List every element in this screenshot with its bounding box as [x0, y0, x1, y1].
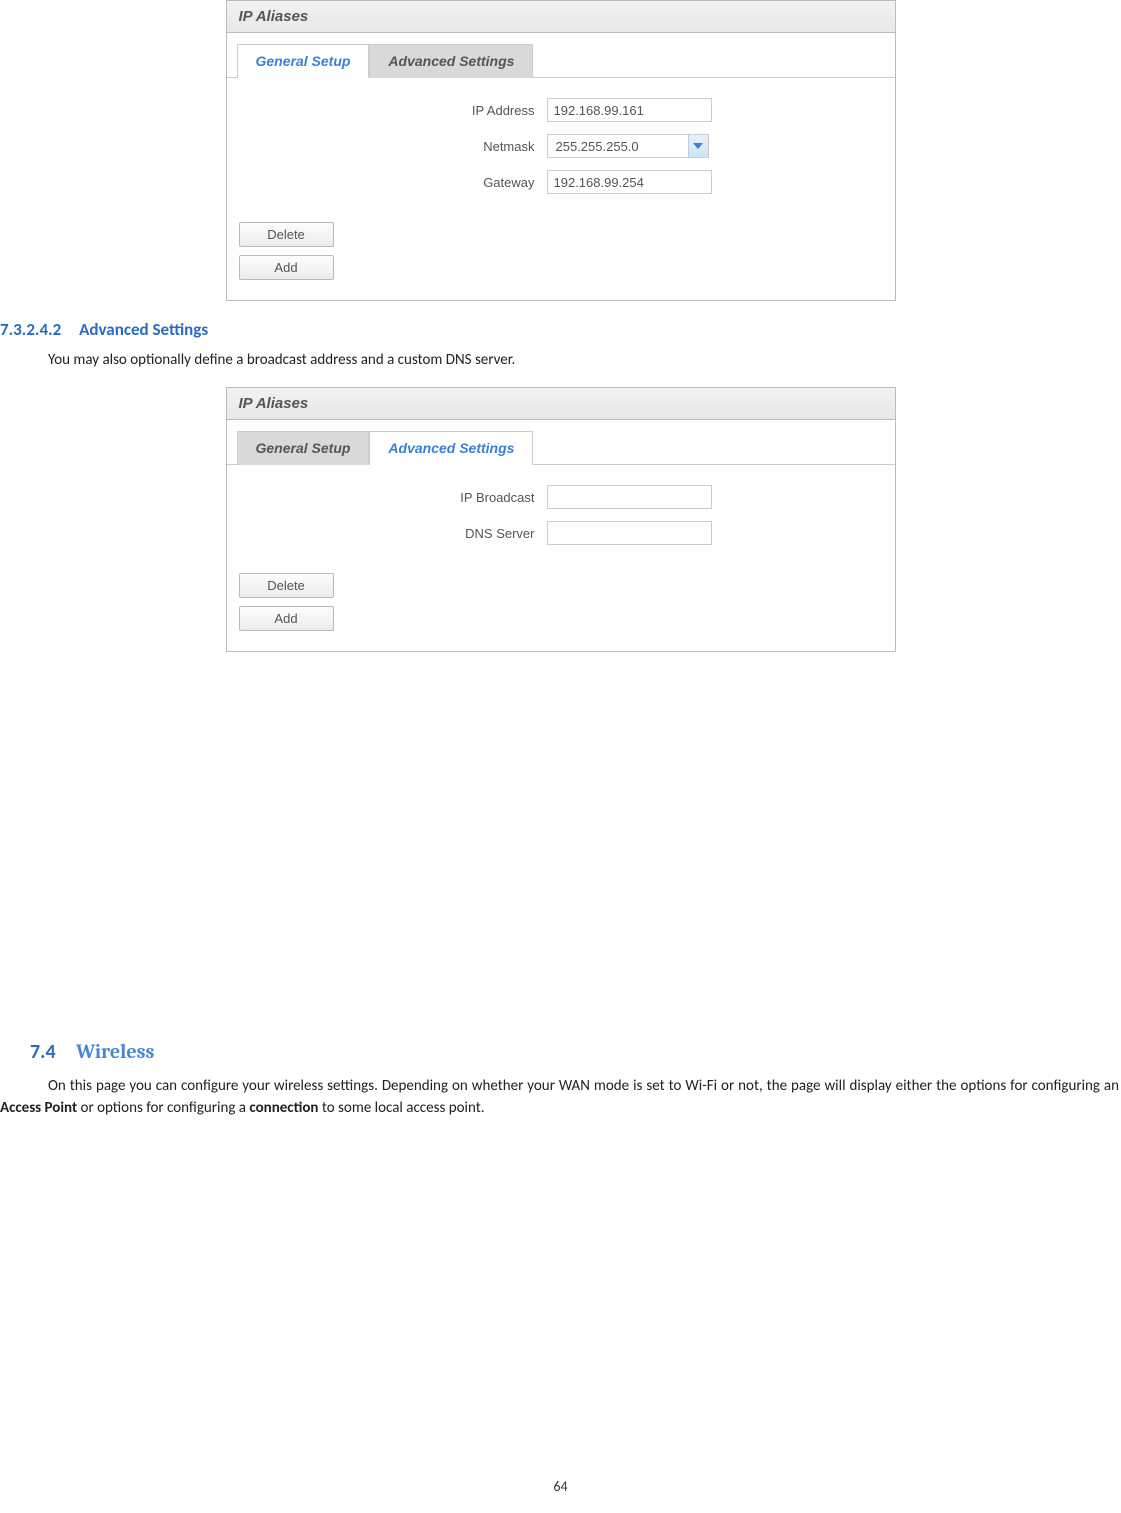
row-gateway: Gateway — [257, 170, 865, 194]
ip-aliases-panel-advanced: IP Aliases General Setup Advanced Settin… — [226, 387, 896, 652]
button-row: Delete Add — [227, 567, 895, 651]
ip-aliases-panel-general: IP Aliases General Setup Advanced Settin… — [226, 0, 896, 301]
label-gateway: Gateway — [417, 175, 547, 190]
input-dns-server[interactable] — [547, 521, 712, 545]
tab-advanced-settings[interactable]: Advanced Settings — [369, 44, 533, 78]
select-netmask[interactable]: 255.255.255.0 — [547, 134, 709, 158]
tab-general-setup[interactable]: General Setup — [237, 44, 370, 78]
heading-title: Wireless — [76, 1040, 154, 1063]
label-ip-broadcast: IP Broadcast — [417, 490, 547, 505]
row-ip-broadcast: IP Broadcast — [257, 485, 865, 509]
body-7-4-mid: or options for configuring a — [77, 1099, 249, 1117]
input-ip-broadcast[interactable] — [547, 485, 712, 509]
label-ip-address: IP Address — [417, 103, 547, 118]
tabs: General Setup Advanced Settings — [227, 43, 895, 78]
tab-general-setup[interactable]: General Setup — [237, 431, 370, 465]
panel-title: IP Aliases — [227, 388, 895, 420]
body-7-3-2-4-2: You may also optionally define a broadca… — [48, 350, 1121, 371]
page-number: 64 — [0, 1478, 1121, 1495]
heading-7-3-2-4-2: 7.3.2.4.2 Advanced Settings — [0, 319, 1121, 340]
tabs: General Setup Advanced Settings — [227, 430, 895, 465]
add-button[interactable]: Add — [239, 255, 334, 280]
button-row: Delete Add — [227, 216, 895, 300]
row-dns-server: DNS Server — [257, 521, 865, 545]
body-7-4-suffix: to some local access point. — [318, 1099, 484, 1117]
input-ip-address[interactable] — [547, 98, 712, 122]
heading-title: Advanced Settings — [79, 319, 208, 340]
body-7-4-bold2: connection — [249, 1099, 318, 1117]
chevron-down-icon — [688, 135, 708, 157]
heading-number: 7.4 — [30, 1040, 56, 1064]
row-ip-address: IP Address — [257, 98, 865, 122]
add-button[interactable]: Add — [239, 606, 334, 631]
heading-7-4: 7.4 Wireless — [30, 1040, 1121, 1064]
label-netmask: Netmask — [417, 139, 547, 154]
body-7-4: On this page you can configure your wire… — [0, 1076, 1121, 1120]
select-netmask-value: 255.255.255.0 — [548, 139, 688, 154]
label-dns-server: DNS Server — [417, 526, 547, 541]
tab-advanced-settings[interactable]: Advanced Settings — [369, 431, 533, 465]
row-netmask: Netmask 255.255.255.0 — [257, 134, 865, 158]
form-area: IP Address Netmask 255.255.255.0 Gateway — [227, 78, 895, 216]
body-7-4-prefix: On this page you can configure your wire… — [48, 1077, 1119, 1095]
heading-number: 7.3.2.4.2 — [0, 319, 61, 340]
form-area: IP Broadcast DNS Server — [227, 465, 895, 567]
input-gateway[interactable] — [547, 170, 712, 194]
body-7-4-bold1: Access Point — [0, 1099, 77, 1117]
delete-button[interactable]: Delete — [239, 222, 334, 247]
panel-title: IP Aliases — [227, 1, 895, 33]
delete-button[interactable]: Delete — [239, 573, 334, 598]
